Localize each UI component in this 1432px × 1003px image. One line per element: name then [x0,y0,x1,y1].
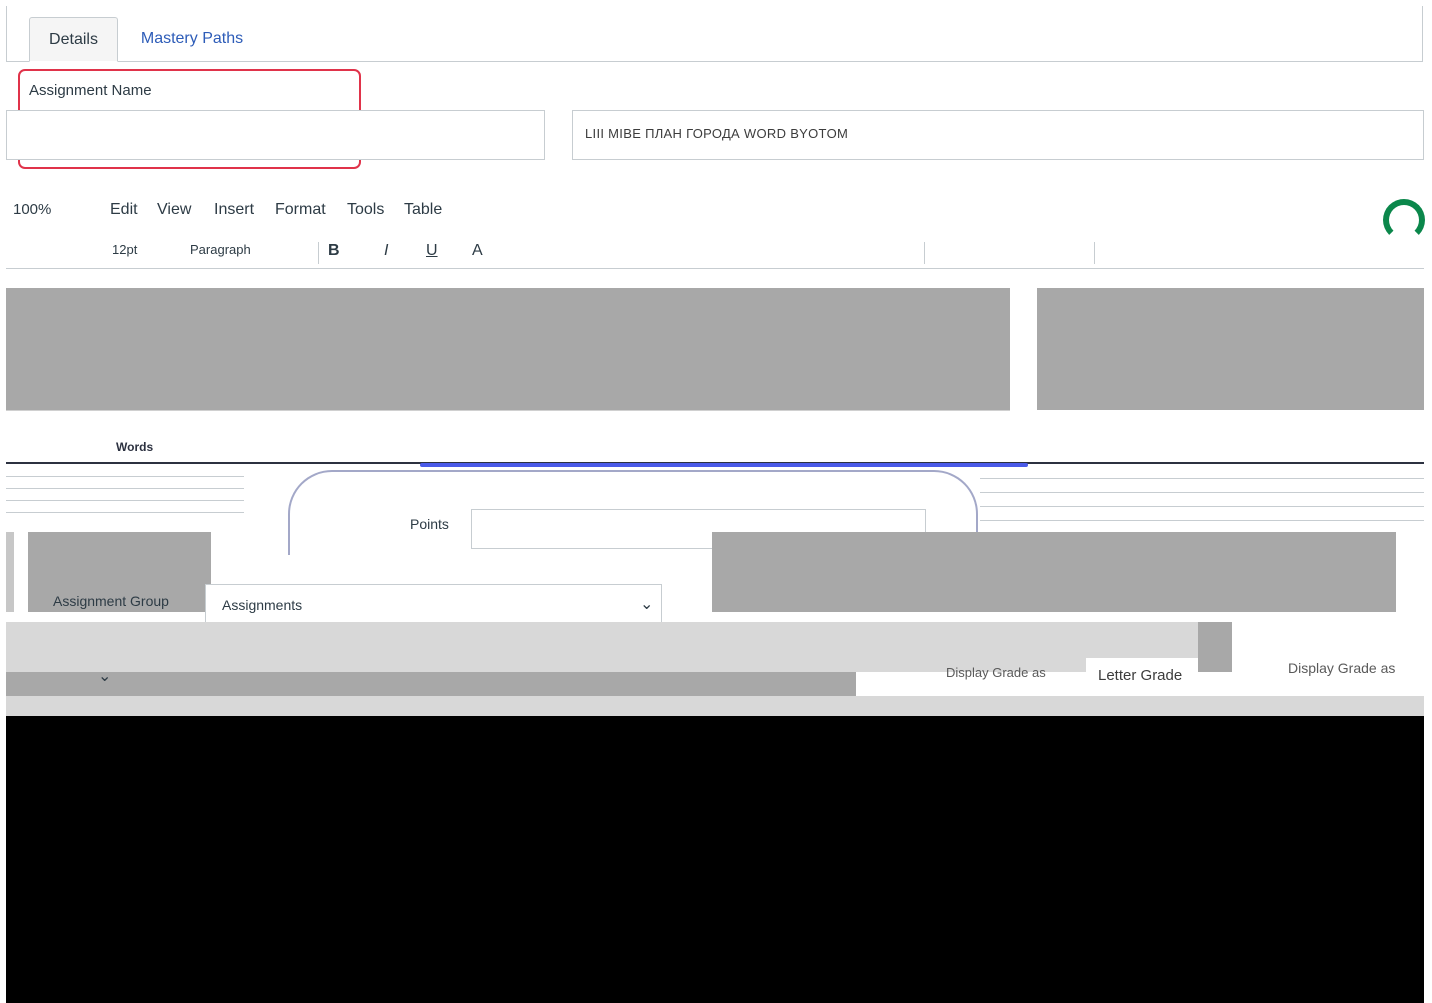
loading-spinner-icon [1383,199,1425,241]
overlay-band [6,696,1424,716]
focus-indicator [420,463,1028,467]
chevron-down-icon: ⌄ [640,596,654,613]
menu-insert[interactable]: Insert [214,201,254,219]
divider-line [980,506,1424,507]
bold-button[interactable]: B [328,242,340,260]
editor-status-bar: Words [6,438,1424,464]
assignment-group-select[interactable]: Assignments [205,584,662,624]
toolbar-divider [1094,242,1095,264]
menu-edit[interactable]: Edit [110,201,138,219]
word-count: Words [116,440,154,454]
underline-button[interactable]: U [426,242,438,260]
menu-format[interactable]: Format [275,201,326,219]
edit-assignment-page: Details Mastery Paths Assignment Name LI… [0,0,1432,1003]
editor-gap [1010,288,1037,438]
menu-table[interactable]: Table [404,201,442,219]
toolbar-divider [318,242,319,264]
display-grade-select[interactable]: Letter Grade [1086,658,1198,694]
editor-side-panel [1037,288,1424,410]
menu-view[interactable]: View [157,201,191,219]
assignment-name-label: Assignment Name [29,82,152,99]
divider-line [6,512,244,513]
overlay-band [1198,622,1232,672]
toolbar-divider [924,242,925,264]
block-format-select[interactable]: Paragraph [190,242,251,257]
divider-line [6,488,244,489]
divider-line [6,476,244,477]
editor-content-area[interactable] [6,288,1010,411]
menu-tools[interactable]: Tools [347,201,384,219]
panel-edge [6,532,14,612]
divider-line [980,478,1424,479]
chevron-down-icon: ⌄ [98,668,112,685]
zoom-level: 100% [13,201,52,218]
divider-line [980,520,1424,521]
overlay-band [6,672,856,696]
tab-bar: Details Mastery Paths [0,0,1432,62]
editor-toolbar: 12pt Paragraph B I U A [6,238,1424,269]
text-color-button[interactable]: A [472,242,483,260]
assignment-group-label: Assignment Group [53,593,169,609]
italic-button[interactable]: I [384,242,388,260]
font-size-select[interactable]: 12pt [112,242,137,257]
display-grade-label: Display Grade as [946,665,1046,680]
divider-line [6,500,244,501]
tab-mastery-paths[interactable]: Mastery Paths [128,17,256,62]
assignment-name-input[interactable] [6,110,545,160]
overlay-block [712,532,1396,612]
points-label: Points [410,516,449,532]
tab-details[interactable]: Details [29,17,118,62]
assignment-secondary-field[interactable]: LIII MIBE ПЛАН ГОРОДА WORD BYOTOM [572,110,1424,160]
blank-region [6,716,1424,1003]
display-grade-label-secondary: Display Grade as [1288,660,1396,676]
divider-line [980,492,1424,493]
